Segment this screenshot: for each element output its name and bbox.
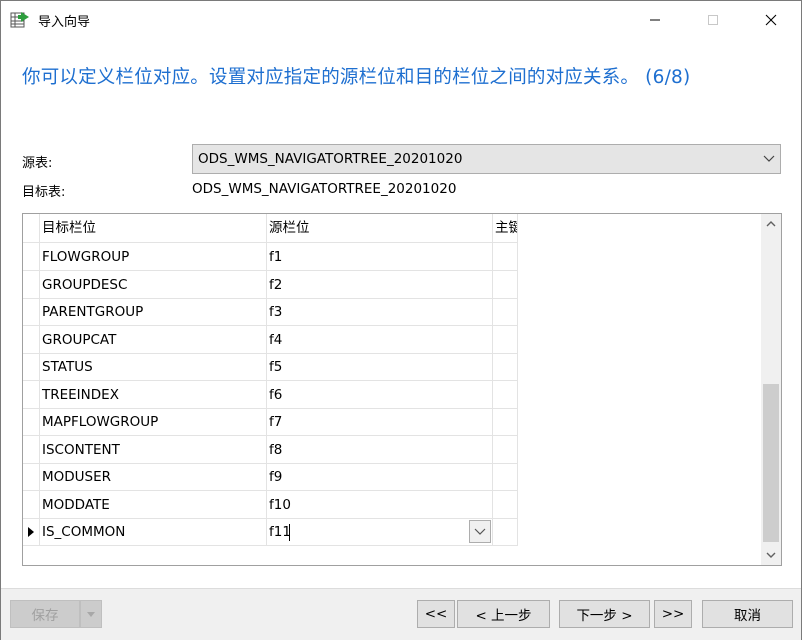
primary-key-cell[interactable] bbox=[492, 381, 518, 409]
source-field-value: f9 bbox=[269, 469, 283, 485]
scrollbar-thumb[interactable] bbox=[763, 384, 779, 542]
maximize-button[interactable] bbox=[690, 1, 736, 39]
target-field-cell[interactable]: MODUSER bbox=[39, 463, 267, 491]
primary-key-cell[interactable] bbox=[492, 326, 518, 354]
grid-header: 目标栏位 源栏位 主键 bbox=[23, 214, 763, 243]
target-field-cell[interactable]: ISCONTENT bbox=[39, 436, 267, 464]
row-header[interactable] bbox=[23, 463, 40, 491]
source-field-value: f8 bbox=[269, 442, 283, 458]
chevron-down-icon bbox=[763, 155, 775, 162]
source-field-value: f1 bbox=[269, 249, 283, 265]
source-table-combo[interactable]: ODS_WMS_NAVIGATORTREE_20201020 bbox=[192, 144, 781, 174]
current-row-arrow-icon bbox=[28, 527, 34, 537]
save-button[interactable]: 保存 bbox=[10, 600, 80, 628]
source-field-value: f7 bbox=[269, 414, 283, 430]
window-title: 导入向导 bbox=[38, 15, 91, 30]
source-field-cell[interactable]: f6 bbox=[266, 381, 493, 409]
source-field-cell[interactable]: f5 bbox=[266, 353, 493, 381]
primary-key-cell[interactable] bbox=[492, 463, 518, 491]
row-header[interactable] bbox=[23, 353, 40, 381]
chevron-down-icon bbox=[766, 552, 776, 558]
primary-key-cell[interactable] bbox=[492, 436, 518, 464]
first-step-button[interactable]: << bbox=[417, 600, 455, 628]
source-table-label: 源表: bbox=[22, 156, 53, 171]
chevron-down-icon bbox=[87, 612, 95, 617]
source-field-value: f6 bbox=[269, 387, 283, 403]
chevron-up-icon bbox=[766, 221, 776, 227]
target-field-cell[interactable]: IS_COMMON bbox=[39, 518, 267, 546]
last-step-button[interactable]: >> bbox=[654, 600, 692, 628]
primary-key-cell[interactable] bbox=[492, 298, 518, 326]
source-field-cell[interactable]: f3 bbox=[266, 298, 493, 326]
source-field-value: f11 bbox=[269, 524, 291, 540]
primary-key-cell[interactable] bbox=[492, 518, 518, 546]
row-header[interactable] bbox=[23, 381, 40, 409]
save-split-button[interactable]: 保存 bbox=[10, 600, 102, 628]
row-header[interactable] bbox=[23, 408, 40, 436]
next-button[interactable]: 下一步 > bbox=[559, 600, 650, 628]
minimize-icon bbox=[650, 19, 660, 21]
row-header[interactable] bbox=[23, 518, 40, 546]
source-field-editor[interactable]: f11 bbox=[266, 518, 493, 546]
minimize-button[interactable] bbox=[632, 1, 678, 39]
header-source-field[interactable]: 源栏位 bbox=[266, 214, 493, 243]
source-field-cell[interactable]: f7 bbox=[266, 408, 493, 436]
source-field-cell[interactable]: f1 bbox=[266, 243, 493, 271]
row-header[interactable] bbox=[23, 243, 40, 271]
source-field-value: f10 bbox=[269, 497, 291, 513]
row-header-corner bbox=[23, 214, 40, 243]
source-field-cell[interactable]: f4 bbox=[266, 326, 493, 354]
target-field-cell[interactable]: TREEINDEX bbox=[39, 381, 267, 409]
source-field-value: f3 bbox=[269, 304, 283, 320]
close-button[interactable] bbox=[748, 1, 794, 39]
target-field-cell[interactable]: FLOWGROUP bbox=[39, 243, 267, 271]
source-field-cell[interactable]: f2 bbox=[266, 271, 493, 299]
target-field-cell[interactable]: MODDATE bbox=[39, 491, 267, 519]
save-dropdown-button[interactable] bbox=[80, 600, 102, 628]
header-primary-key[interactable]: 主键 bbox=[492, 214, 518, 243]
source-table-value: ODS_WMS_NAVIGATORTREE_20201020 bbox=[198, 151, 463, 167]
source-field-cell[interactable]: f8 bbox=[266, 436, 493, 464]
step-instruction: 你可以定义栏位对应。设置对应指定的源栏位和目的栏位之间的对应关系。 (6/8) bbox=[22, 67, 691, 88]
chevron-down-icon bbox=[474, 528, 486, 535]
source-field-cell[interactable]: f9 bbox=[266, 463, 493, 491]
close-icon bbox=[765, 14, 777, 26]
source-field-value: f5 bbox=[269, 359, 283, 375]
previous-button[interactable]: < 上一步 bbox=[457, 600, 550, 628]
row-header[interactable] bbox=[23, 326, 40, 354]
field-mapping-grid: 目标栏位 源栏位 主键 FLOWGROUPf1GROUPDESCf2PARENT… bbox=[22, 213, 782, 566]
scroll-down-button[interactable] bbox=[761, 545, 781, 565]
source-field-value: f4 bbox=[269, 332, 283, 348]
scroll-up-button[interactable] bbox=[761, 214, 781, 234]
title-bar: 导入向导 bbox=[1, 1, 801, 39]
primary-key-cell[interactable] bbox=[492, 271, 518, 299]
target-field-cell[interactable]: PARENTGROUP bbox=[39, 298, 267, 326]
row-header[interactable] bbox=[23, 491, 40, 519]
header-target-field[interactable]: 目标栏位 bbox=[39, 214, 267, 243]
primary-key-cell[interactable] bbox=[492, 353, 518, 381]
row-header[interactable] bbox=[23, 298, 40, 326]
target-field-cell[interactable]: GROUPDESC bbox=[39, 271, 267, 299]
primary-key-cell[interactable] bbox=[492, 408, 518, 436]
import-wizard-icon bbox=[10, 12, 29, 28]
source-field-cell[interactable]: f10 bbox=[266, 491, 493, 519]
target-field-cell[interactable]: MAPFLOWGROUP bbox=[39, 408, 267, 436]
row-header[interactable] bbox=[23, 271, 40, 299]
source-field-dropdown-button[interactable] bbox=[469, 520, 491, 543]
target-field-cell[interactable]: STATUS bbox=[39, 353, 267, 381]
vertical-scrollbar[interactable] bbox=[761, 214, 781, 565]
text-caret bbox=[289, 524, 290, 541]
footer-bar: 保存 << < 上一步 下一步 > >> 取消 bbox=[1, 589, 801, 640]
import-wizard-window: 导入向导 你可以定义栏位对应。设置对应指定的源栏位和目的栏位之间的对应关系。 (… bbox=[0, 0, 802, 640]
cancel-button[interactable]: 取消 bbox=[702, 600, 793, 628]
primary-key-cell[interactable] bbox=[492, 243, 518, 271]
target-table-value: ODS_WMS_NAVIGATORTREE_20201020 bbox=[192, 181, 457, 197]
row-header[interactable] bbox=[23, 436, 40, 464]
source-field-value: f2 bbox=[269, 277, 283, 293]
target-field-cell[interactable]: GROUPCAT bbox=[39, 326, 267, 354]
primary-key-cell[interactable] bbox=[492, 491, 518, 519]
maximize-icon bbox=[708, 15, 718, 25]
target-table-label: 目标表: bbox=[22, 185, 66, 200]
